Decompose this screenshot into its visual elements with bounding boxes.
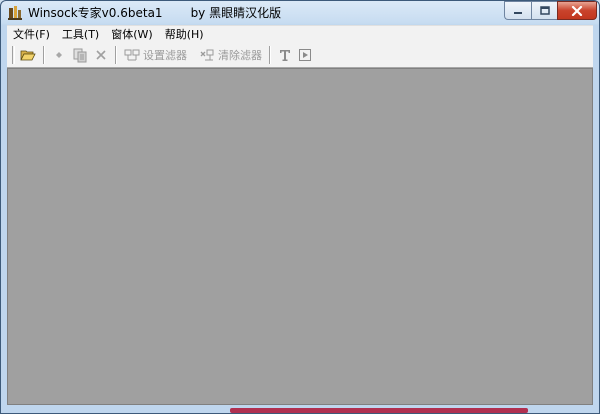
set-filter-button[interactable]: 设置滤器 xyxy=(121,45,190,65)
menu-file[interactable]: 文件(F) xyxy=(7,26,56,44)
mdi-client-area[interactable] xyxy=(7,68,593,405)
filter-set-icon xyxy=(124,49,140,61)
delete-x-icon xyxy=(96,50,106,60)
add-button[interactable] xyxy=(49,45,69,65)
clear-filter-label: 清除滤器 xyxy=(218,49,262,62)
maximize-icon xyxy=(539,6,550,15)
menu-help[interactable]: 帮助(H) xyxy=(159,26,210,44)
text-t-icon xyxy=(280,50,290,61)
play-button[interactable] xyxy=(295,45,315,65)
menu-bar: 文件(F) 工具(T) 窗体(W) 帮助(H) xyxy=(7,25,593,44)
play-icon xyxy=(299,49,311,61)
close-button[interactable] xyxy=(557,1,597,20)
toolbar-separator xyxy=(43,46,45,64)
maximize-button[interactable] xyxy=(531,1,557,20)
copy-document-icon xyxy=(73,48,87,63)
taskbar-highlight xyxy=(230,408,528,413)
menu-window[interactable]: 窗体(W) xyxy=(105,26,158,44)
menu-tools[interactable]: 工具(T) xyxy=(56,26,105,44)
window-title-main: Winsock专家v0.6beta1 xyxy=(28,6,163,20)
copy-button[interactable] xyxy=(69,45,91,65)
folder-open-icon xyxy=(20,50,36,61)
text-button[interactable] xyxy=(275,45,295,65)
open-button[interactable] xyxy=(17,45,39,65)
window-title-suffix: by 黑眼睛汉化版 xyxy=(190,6,282,20)
diamond-icon xyxy=(56,52,62,58)
close-icon xyxy=(571,5,583,16)
app-icon xyxy=(8,6,22,20)
toolbar-separator xyxy=(115,46,117,64)
toolbar-grip[interactable] xyxy=(12,46,15,64)
filter-clear-icon xyxy=(200,49,214,61)
app-window: Winsock专家v0.6beta1 by 黑眼睛汉化版 文件(F) 工具(T) … xyxy=(0,0,600,414)
window-title: Winsock专家v0.6beta1 by 黑眼睛汉化版 xyxy=(28,5,281,21)
minimize-button[interactable] xyxy=(504,1,531,20)
toolbar: 设置滤器 清除滤器 xyxy=(7,43,593,68)
delete-button[interactable] xyxy=(91,45,111,65)
minimize-icon xyxy=(514,11,522,14)
toolbar-separator xyxy=(269,46,271,64)
clear-filter-button[interactable]: 清除滤器 xyxy=(196,45,265,65)
set-filter-label: 设置滤器 xyxy=(143,49,187,62)
title-bar[interactable]: Winsock专家v0.6beta1 by 黑眼睛汉化版 xyxy=(1,1,599,25)
